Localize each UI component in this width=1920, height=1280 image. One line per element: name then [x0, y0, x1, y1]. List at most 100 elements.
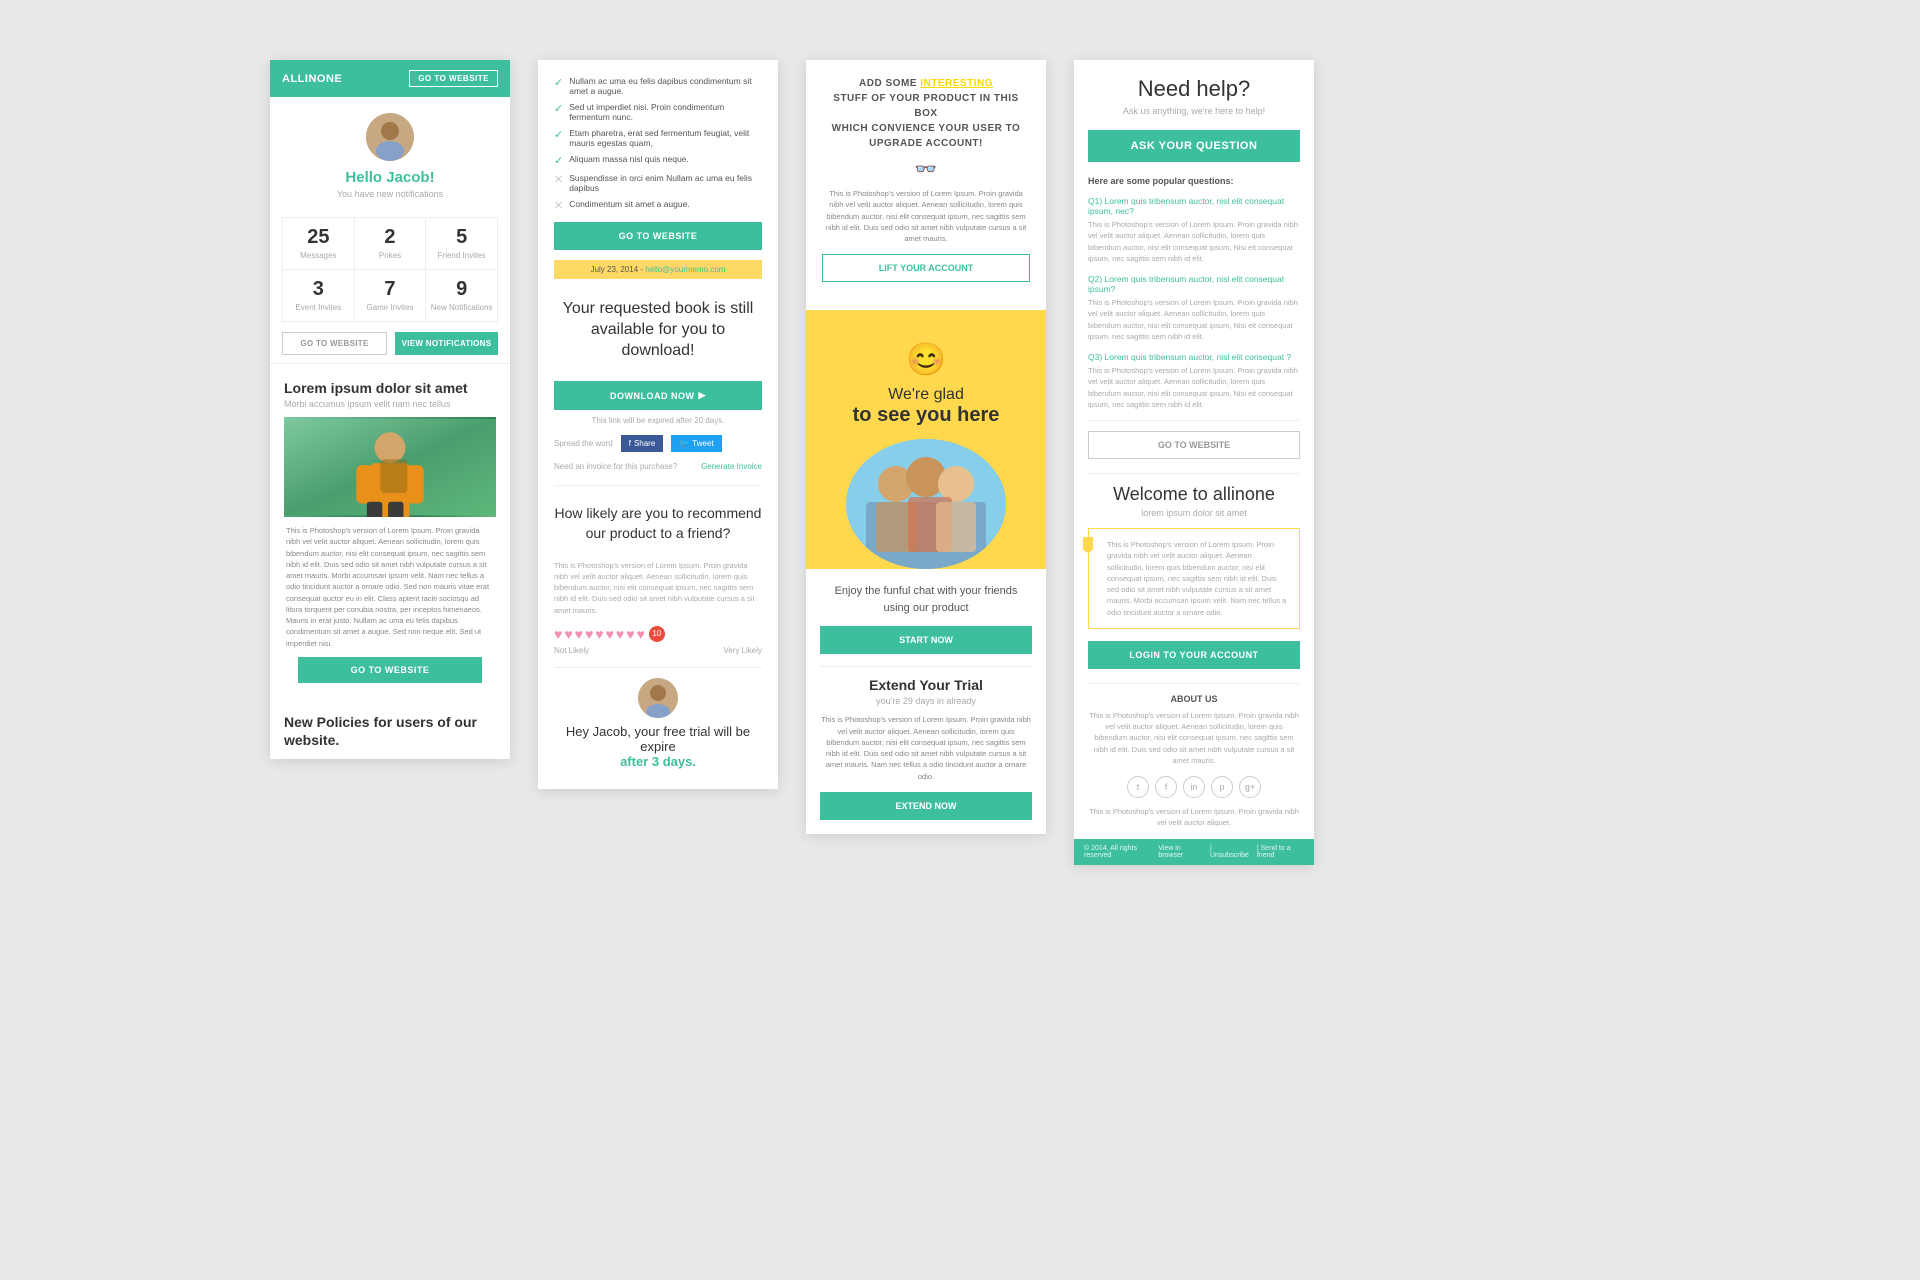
policies-section: New Policies for users of our website.: [270, 703, 510, 759]
faq-answer: This is Photoshop's version of Lorem Ips…: [1088, 297, 1300, 342]
view-notifications-button[interactable]: VIEW NOTIFICATIONS: [395, 332, 498, 355]
heart-count: 10: [649, 626, 665, 642]
date-email: hello@yourmemo.com: [645, 265, 725, 274]
spread-section: Spread the word f Share 🐦 Tweet: [554, 435, 762, 452]
view-in-browser-link[interactable]: View in browser: [1158, 845, 1202, 859]
not-likely-label: Not Likely: [554, 646, 589, 655]
ask-question-button[interactable]: ASK YOUR QUESTION: [1088, 130, 1300, 162]
lift-account-button[interactable]: LIFT YOUR ACCOUNT: [822, 254, 1030, 282]
googleplus-social-icon[interactable]: g+: [1239, 776, 1261, 798]
action-btns: GO TO WEBSITE VIEW NOTIFICATIONS: [282, 332, 498, 355]
faq-item-2: Q2) Lorem quis tribensum auctor, nisl el…: [1088, 274, 1300, 342]
go-website-button[interactable]: GO TO WEBSITE: [554, 222, 762, 250]
enjoy-text: Enjoy the funful chat with your friends …: [820, 583, 1032, 616]
check-icon: ✓: [554, 102, 563, 115]
go-website-btn[interactable]: GO TO WEBSITE: [298, 657, 482, 683]
checklist: ✓ Nullam ac uma eu felis dapibus condime…: [554, 76, 762, 212]
body-text: This is Photoshop's version of Lorem Ips…: [822, 188, 1030, 244]
card1-header-btn[interactable]: GO TO WEBSITE: [409, 70, 498, 87]
stat-messages: 25 Messages: [283, 218, 355, 270]
lorem-sub: Morbi accumus ipsum velit nam nec tellus: [284, 399, 496, 409]
friends-photo: [846, 439, 1006, 569]
yellow-tag: [1083, 537, 1093, 553]
checklist-item: ✓ Etam pharetra, erat sed fermentum feug…: [554, 128, 762, 148]
stat-num: 2: [359, 226, 422, 249]
yellow-box: This is Photoshop's version of Lorem Ips…: [1088, 528, 1300, 629]
go-website-button[interactable]: GO TO WEBSITE: [282, 332, 387, 355]
login-account-button[interactable]: LOGIN TO YOUR ACCOUNT: [1088, 641, 1300, 669]
trial-title: Extend Your Trial: [820, 677, 1032, 693]
recommend-title: How likely are you to recommend our prod…: [554, 504, 762, 543]
body-text: This is Photoshop's version of Lorem Ips…: [554, 560, 762, 616]
pinterest-social-icon[interactable]: p: [1211, 776, 1233, 798]
heart-icon: ♥: [616, 626, 624, 642]
faq-question: Q2) Lorem quis tribensum auctor, nisl el…: [1088, 274, 1300, 294]
add-text: ADD SOME INTERESTING STUFF OF YOUR PRODU…: [822, 76, 1030, 151]
x-icon: ✕: [554, 199, 563, 212]
checklist-item: ✓ Aliquam massa nisl quis neque.: [554, 154, 762, 167]
check-icon: ✓: [554, 76, 563, 89]
card1-title: ALLINONE: [282, 73, 342, 85]
faq-question: Q3) Lorem quis tribensum auctor, nisl el…: [1088, 352, 1300, 362]
twitter-tweet-button[interactable]: 🐦 Tweet: [671, 435, 721, 452]
footer-copyright: © 2014, All rights reserved: [1084, 845, 1158, 859]
recommend-section: How likely are you to recommend our prod…: [554, 496, 762, 559]
stat-label: Messages: [300, 251, 336, 260]
send-friend-link[interactable]: | Send to a friend: [1257, 845, 1304, 859]
invoice-text: Need an invoice for this purchase?: [554, 462, 677, 471]
facebook-social-icon[interactable]: f: [1155, 776, 1177, 798]
facebook-icon: f: [629, 439, 631, 448]
interesting-text: INTERESTING: [920, 78, 993, 89]
stat-label: Friend Invites: [438, 251, 486, 260]
heart-icon: ♥: [626, 626, 634, 642]
photo-placeholder: [284, 417, 496, 517]
x-icon: ✕: [554, 173, 563, 186]
stat-friend-invites: 5 Friend Invites: [426, 218, 498, 270]
stat-num: 7: [359, 278, 422, 301]
avatar-small: [638, 678, 678, 718]
stat-num: 3: [287, 278, 350, 301]
yellow-section: 😊 We're glad to see you here: [806, 310, 1046, 569]
about-text: This is Photoshop's version of Lorem Ips…: [1088, 710, 1300, 766]
policies-title: New Policies for users of our website.: [284, 713, 496, 749]
social-icons: t f in p g+: [1088, 776, 1300, 798]
go-website-button[interactable]: GO TO WEBSITE: [1088, 431, 1300, 459]
stat-label: Pokes: [379, 251, 401, 260]
email-card-2: ✓ Nullam ac uma eu felis dapibus condime…: [538, 60, 778, 789]
download-button[interactable]: DOWNLOAD NOW ▶: [554, 381, 762, 410]
sub-text: You have new notifications: [278, 189, 502, 199]
invoice-link[interactable]: Generate Invoice: [701, 462, 762, 471]
twitter-social-icon[interactable]: t: [1127, 776, 1149, 798]
main-container: ALLINONE GO TO WEBSITE Hello Jacob! You …: [270, 60, 1650, 865]
extend-now-button[interactable]: EXTEND NOW: [820, 792, 1032, 820]
card1-header: ALLINONE GO TO WEBSITE: [270, 60, 510, 97]
start-now-button[interactable]: START NOW: [820, 626, 1032, 654]
date-bar: July 23, 2014 - hello@yourmemo.com: [554, 260, 762, 279]
welcome-title: Welcome to allinone: [1088, 484, 1300, 505]
faq-answer: This is Photoshop's version of Lorem Ips…: [1088, 365, 1300, 410]
stats-grid: 25 Messages 2 Pokes 5 Friend Invites 3 E…: [282, 217, 498, 322]
check-icon: ✓: [554, 128, 563, 141]
stat-new-notifications: 9 New Notifications: [426, 270, 498, 322]
smiley-icon: 😊: [822, 340, 1030, 378]
expire-days-text: after 3 days.: [620, 754, 696, 769]
unsubscribe-link[interactable]: | Unsubscribe: [1210, 845, 1249, 859]
checklist-item: ✕ Suspendisse in orci enim Nullam ac uma…: [554, 173, 762, 193]
book-section: Your requested book is still available f…: [554, 291, 762, 371]
stat-label: New Notifications: [431, 303, 493, 312]
lorem-section: Lorem ipsum dolor sit amet Morbi accumus…: [270, 372, 510, 703]
checklist-item: ✓ Nullam ac uma eu felis dapibus condime…: [554, 76, 762, 96]
likely-row: Not Likely Very Likely: [554, 646, 762, 655]
checklist-item: ✓ Sed ut imperdiet nisi. Proin condiment…: [554, 102, 762, 122]
stat-label: Game Invites: [366, 303, 413, 312]
email-card-3: ADD SOME INTERESTING STUFF OF YOUR PRODU…: [806, 60, 1046, 834]
facebook-share-button[interactable]: f Share: [621, 435, 664, 452]
glad-text: We're glad: [822, 386, 1030, 404]
linkedin-social-icon[interactable]: in: [1183, 776, 1205, 798]
body-text: This is Photoshop's version of Lorem Ips…: [284, 525, 496, 649]
heart-icon: ♥: [637, 626, 645, 642]
download-arrow-icon: ▶: [699, 390, 706, 401]
faq-item-1: Q1) Lorem quis tribensum auctor, nisl el…: [1088, 196, 1300, 264]
twitter-icon: 🐦: [679, 439, 689, 448]
about-title: ABOUT US: [1088, 694, 1300, 704]
